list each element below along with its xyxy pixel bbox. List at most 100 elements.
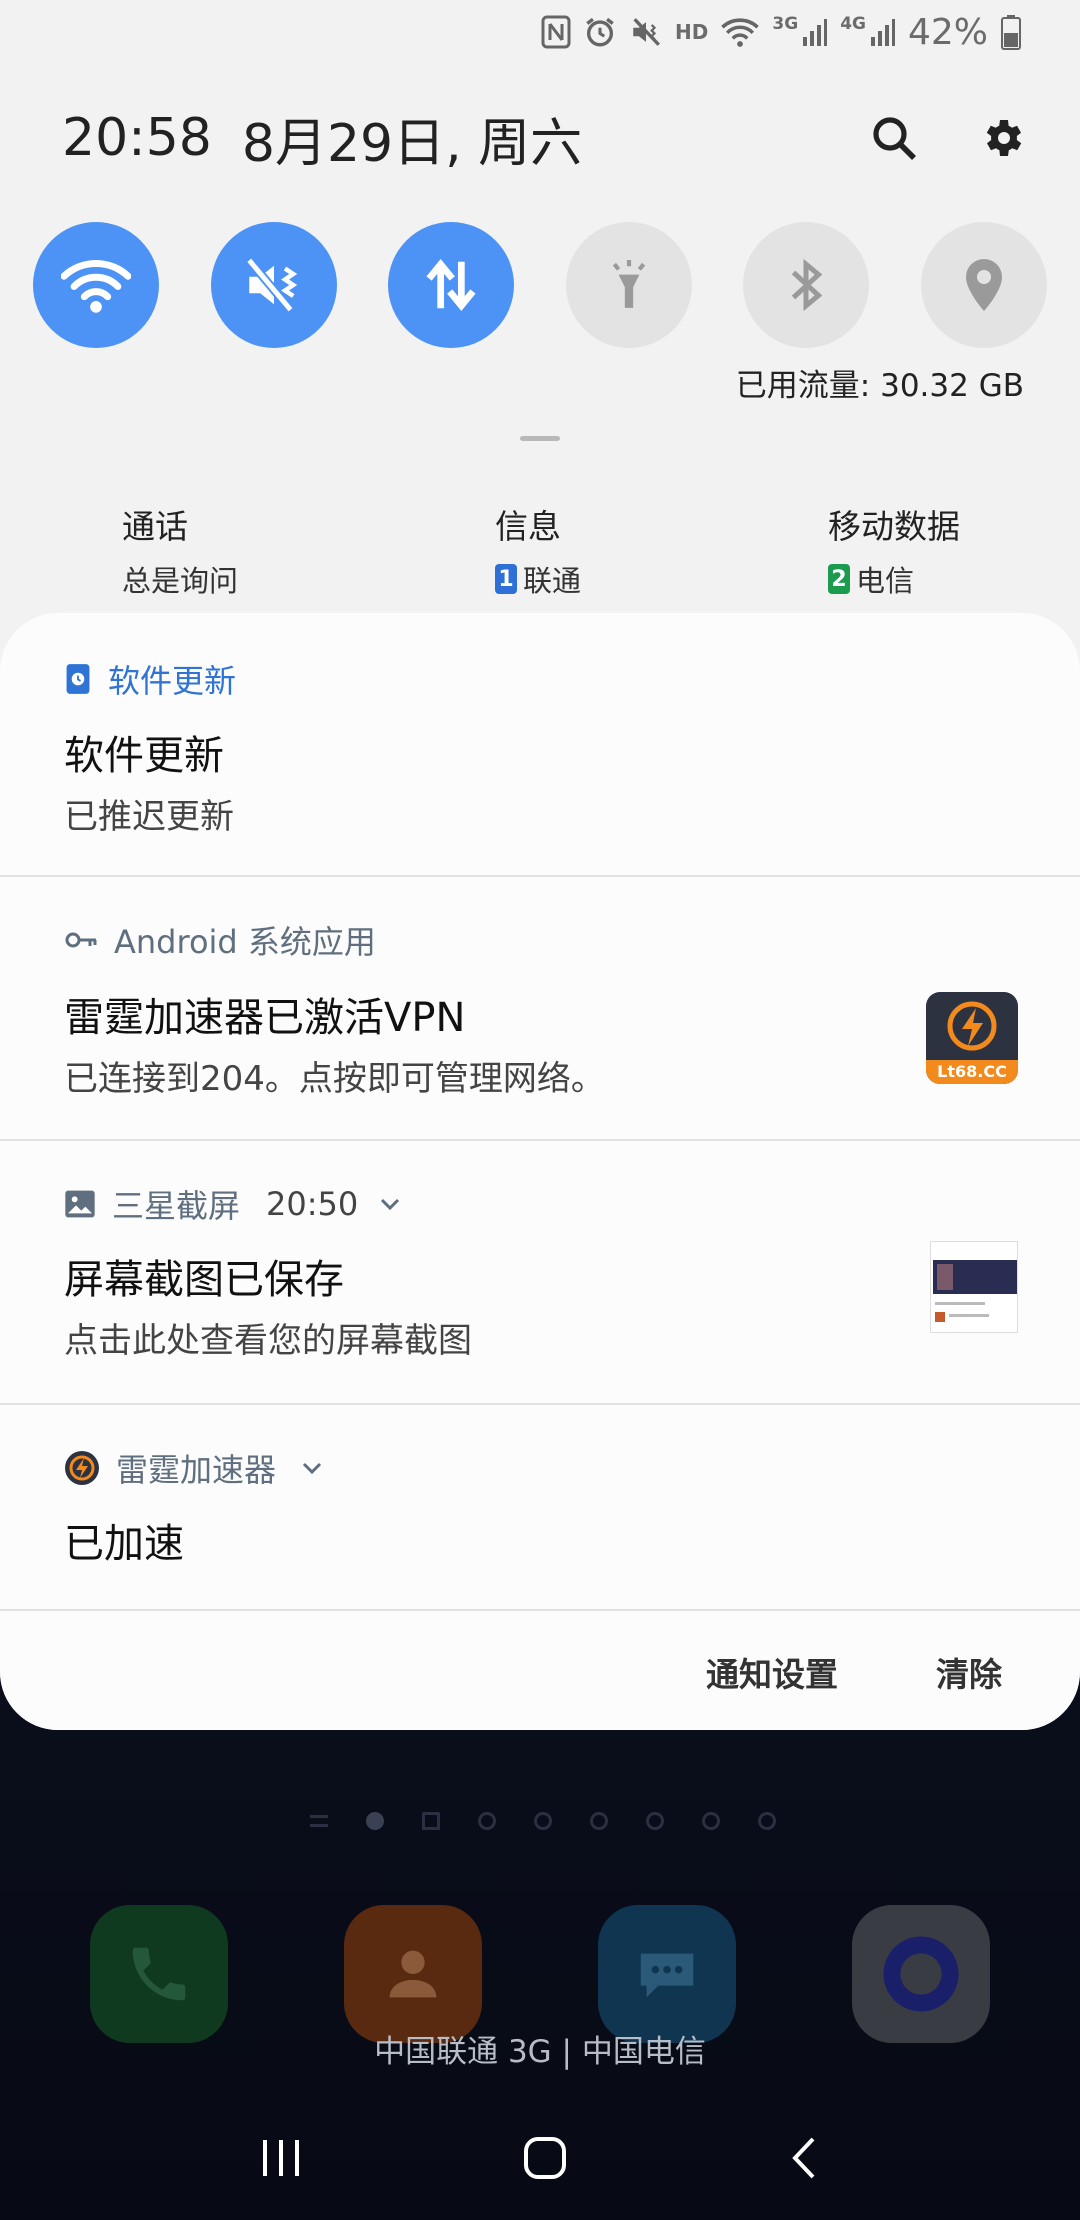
sim-message-value: 联通 bbox=[523, 564, 582, 598]
notification-app-name: 雷霆加速器 bbox=[116, 1451, 277, 1489]
sim-message-setting[interactable]: 信息 1 联通 bbox=[495, 500, 581, 600]
sim-call-setting[interactable]: 通话 总是询问 bbox=[122, 500, 238, 600]
page-dot bbox=[646, 1812, 664, 1830]
flashlight-icon bbox=[612, 260, 645, 308]
accelerator-app-icon: Lt68.CC bbox=[926, 992, 1018, 1084]
chevron-down-icon[interactable] bbox=[300, 1460, 324, 1476]
navigation-bar bbox=[0, 2120, 1080, 2200]
software-update-icon bbox=[66, 664, 90, 694]
sim-message-title: 信息 bbox=[495, 507, 561, 546]
mute-icon bbox=[633, 18, 661, 46]
sim-data-value: 电信 bbox=[856, 564, 915, 598]
wifi-toggle[interactable] bbox=[33, 222, 159, 348]
screenshot-thumbnail bbox=[930, 1241, 1018, 1333]
sim-settings: 通话 总是询问 信息 1 联通 移动数据 2 电信 bbox=[0, 500, 1080, 600]
notification-panel: 软件更新 软件更新 已推迟更新 Android 系统应用 雷霆加速器已激活VPN… bbox=[0, 613, 1080, 1730]
notification-app-name: 软件更新 bbox=[108, 662, 237, 700]
bluetooth-toggle[interactable] bbox=[743, 222, 870, 348]
search-button[interactable] bbox=[866, 110, 922, 166]
notification-shade: HD 3G 4G 42% 20:58 8月29日, 周六 已用流量: 30.32… bbox=[0, 0, 1080, 1730]
back-button[interactable] bbox=[787, 2135, 821, 2185]
notification-app-header: 雷霆加速器 bbox=[64, 1445, 324, 1491]
notification-accelerator[interactable]: 雷霆加速器 已加速 bbox=[0, 1405, 1080, 1611]
quick-settings-toggles bbox=[33, 222, 1047, 350]
page-dot bbox=[478, 1812, 496, 1830]
notification-app-name: Android 系统应用 bbox=[114, 923, 376, 961]
date: 8月29日, 周六 bbox=[241, 113, 583, 174]
notification-title: 已加速 bbox=[64, 1521, 184, 1567]
notification-title: 屏幕截图已保存 bbox=[64, 1257, 344, 1303]
notification-text: 已连接到204。点按即可管理网络。 bbox=[64, 1059, 605, 1099]
battery-percent: 42% bbox=[907, 11, 988, 53]
home-page-indicator-icon bbox=[422, 1812, 440, 1830]
home-button[interactable] bbox=[522, 2135, 568, 2185]
carrier-label: 中国联通 3G | 中国电信 bbox=[374, 2034, 706, 2070]
notification-footer: 通知设置 清除 bbox=[706, 1648, 1002, 1696]
flashlight-toggle[interactable] bbox=[565, 222, 692, 348]
location-toggle[interactable] bbox=[920, 222, 1047, 348]
wifi-icon bbox=[61, 260, 131, 313]
notification-screenshot[interactable]: 三星截屏 20:50 屏幕截图已保存 点击此处查看您的屏幕截图 bbox=[0, 1141, 1080, 1405]
gear-icon bbox=[986, 120, 1022, 156]
browser-app-icon[interactable] bbox=[852, 1905, 990, 2043]
search-icon bbox=[873, 117, 916, 160]
network-4g-label: 4G bbox=[840, 14, 866, 34]
sim-call-value: 总是询问 bbox=[122, 564, 239, 598]
status-bar: HD 3G 4G 42% bbox=[541, 10, 1022, 54]
sound-mode-toggle[interactable] bbox=[210, 222, 337, 348]
battery-icon bbox=[1001, 15, 1021, 50]
wifi-status-icon bbox=[721, 18, 760, 47]
mobile-data-toggle[interactable] bbox=[388, 222, 515, 348]
notification-text: 已推迟更新 bbox=[64, 797, 234, 837]
notification-vpn[interactable]: Android 系统应用 雷霆加速器已激活VPN 已连接到204。点按即可管理网… bbox=[0, 877, 1080, 1141]
alarm-icon bbox=[586, 17, 614, 47]
notification-software-update[interactable]: 软件更新 软件更新 已推迟更新 bbox=[0, 613, 1080, 877]
shade-header: 20:58 8月29日, 周六 bbox=[62, 102, 1030, 174]
notification-app-header: 三星截屏 20:50 bbox=[64, 1181, 402, 1227]
header-actions bbox=[866, 110, 1030, 166]
page-dot bbox=[590, 1812, 608, 1830]
signal-icon-sim1 bbox=[803, 19, 828, 46]
notification-settings-button[interactable]: 通知设置 bbox=[706, 1648, 838, 1696]
app-icon-label: Lt68.CC bbox=[926, 1060, 1018, 1084]
settings-button[interactable] bbox=[974, 110, 1030, 166]
data-arrows-icon bbox=[426, 259, 476, 311]
sim2-badge: 2 bbox=[828, 564, 850, 594]
notification-app-name: 三星截屏 bbox=[112, 1187, 241, 1225]
recent-apps-button[interactable] bbox=[259, 2138, 303, 2182]
drag-handle[interactable] bbox=[520, 436, 560, 441]
signal-icon-sim2 bbox=[870, 19, 895, 46]
sim-data-setting[interactable]: 移动数据 2 电信 bbox=[828, 500, 960, 600]
messages-app-icon[interactable] bbox=[598, 1905, 736, 2043]
location-pin-icon bbox=[965, 259, 1002, 311]
mute-vibrate-icon bbox=[245, 257, 297, 313]
notification-app-header: 软件更新 bbox=[64, 656, 236, 702]
sim-call-title: 通话 bbox=[122, 507, 188, 546]
notification-app-header: Android 系统应用 bbox=[64, 917, 376, 963]
sim-data-title: 移动数据 bbox=[828, 507, 960, 546]
notification-time: 20:50 bbox=[266, 1185, 359, 1223]
sim1-badge: 1 bbox=[495, 564, 517, 594]
page-dot bbox=[534, 1812, 552, 1830]
network-3g-label: 3G bbox=[772, 14, 799, 34]
page-dot bbox=[758, 1812, 776, 1830]
apps-list-indicator bbox=[310, 1815, 328, 1827]
clock: 20:58 bbox=[62, 108, 212, 168]
phone-app-icon[interactable] bbox=[90, 1905, 228, 2043]
nfc-icon bbox=[541, 15, 571, 49]
clear-all-button[interactable]: 清除 bbox=[936, 1648, 1002, 1696]
notification-title: 雷霆加速器已激活VPN bbox=[64, 995, 466, 1041]
dock bbox=[90, 1905, 990, 2043]
hd-label: HD bbox=[675, 20, 709, 44]
notification-title: 软件更新 bbox=[64, 733, 224, 779]
page-dot bbox=[702, 1812, 720, 1830]
page-dot-active bbox=[366, 1812, 384, 1830]
notification-text: 点击此处查看您的屏幕截图 bbox=[64, 1321, 472, 1361]
data-usage-label: 已用流量: 30.32 GB bbox=[735, 368, 1024, 404]
chevron-down-icon[interactable] bbox=[378, 1196, 402, 1212]
lightning-bolt-icon bbox=[65, 1451, 99, 1485]
key-icon bbox=[65, 932, 97, 948]
image-icon bbox=[65, 1190, 95, 1218]
bluetooth-icon bbox=[792, 258, 823, 312]
contacts-app-icon[interactable] bbox=[344, 1905, 482, 2043]
